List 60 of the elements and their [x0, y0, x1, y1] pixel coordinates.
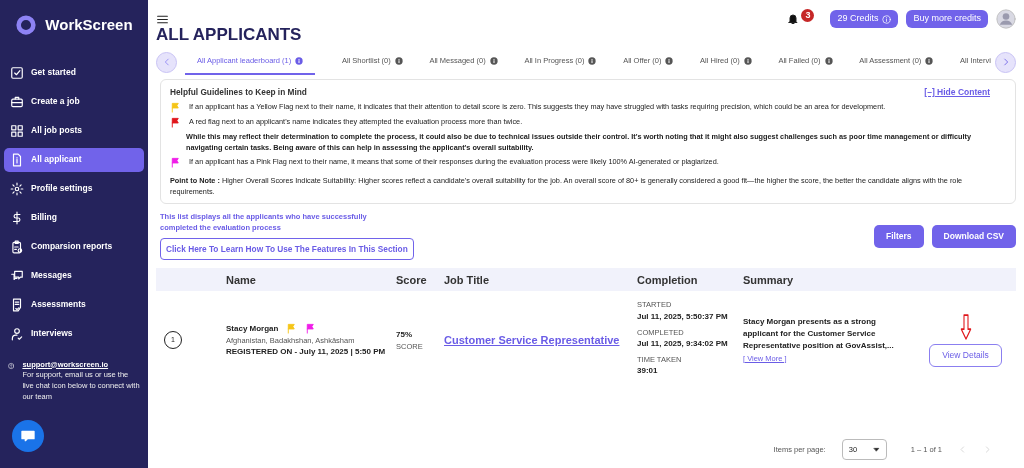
notification-badge: 3 — [801, 9, 815, 22]
checklist-icon — [10, 297, 24, 312]
hide-content-link[interactable]: [–] Hide Content — [924, 85, 990, 98]
column-header: Job Title — [444, 272, 491, 288]
dollar-icon — [10, 210, 24, 225]
guidelines-title: Helpful Guidelines to Keep in Mind — [170, 85, 307, 98]
buy-credits-button[interactable]: Buy more credits — [906, 10, 988, 28]
info-icon — [925, 57, 934, 65]
sidebar-item[interactable]: Billing — [4, 205, 144, 230]
sidebar-item[interactable]: Get started — [4, 60, 144, 85]
grid-icon — [10, 123, 24, 138]
summary-text: Stacy Morgan presents as a strong applicant for the Customer Service Representative position at GovAssist,... — [743, 315, 895, 352]
info-icon — [489, 57, 498, 65]
info-icon — [882, 14, 892, 24]
completion-value: Jul 11, 2025, 9:34:02 PM — [637, 337, 729, 350]
info-icon — [394, 57, 403, 65]
job-title-link[interactable]: Customer Service Representative — [444, 334, 620, 347]
registered-text: REGISTERED ON - July 11, 2025 | 5:50 PM — [226, 345, 387, 358]
sidebar-item[interactable]: Interviews — [4, 321, 144, 346]
column-header: Summary — [743, 272, 795, 288]
sidebar-item[interactable]: Comparsion reports — [4, 234, 144, 259]
action-button[interactable]: Download CSV — [931, 225, 1016, 248]
next-tab-button[interactable] — [995, 51, 1016, 73]
caret-down-icon — [872, 446, 880, 453]
person-icon — [10, 326, 24, 341]
info-icon — [295, 57, 304, 65]
logo-icon — [15, 14, 38, 37]
chat-icon — [10, 268, 24, 283]
sidebar-item[interactable]: Messages — [4, 263, 144, 288]
score-value: 75% — [396, 328, 413, 341]
bell-icon[interactable] — [787, 13, 800, 25]
chat-button[interactable] — [12, 420, 44, 452]
info-icon — [743, 57, 752, 65]
info-icon — [588, 57, 597, 65]
sidebar-item[interactable]: Assessments — [4, 292, 144, 317]
check-square-icon — [10, 65, 24, 80]
clipboard-icon — [10, 239, 24, 254]
action-button[interactable]: Filters — [874, 225, 924, 248]
credits-button[interactable]: 29 Credits — [830, 10, 899, 28]
view-details-button[interactable]: View Details — [929, 343, 1002, 367]
applicant-name: Stacy Morgan — [226, 322, 279, 335]
chat-icon — [20, 428, 36, 444]
column-header: Score — [396, 272, 428, 288]
completion-value: 39:01 — [637, 365, 659, 378]
logo-text: WorkScreen — [45, 15, 133, 35]
document-icon — [10, 152, 24, 167]
info-icon — [824, 57, 833, 65]
sidebar-item[interactable]: All job posts — [4, 118, 144, 143]
page-title: ALL APPLICANTS — [156, 25, 303, 46]
previous-tab-button[interactable] — [156, 51, 177, 73]
info-icon — [665, 57, 674, 65]
column-header: Name — [226, 272, 257, 288]
sidebar-item[interactable]: All applicant — [4, 147, 144, 172]
completion-value: Jul 11, 2025, 5:50:37 PM — [637, 310, 729, 323]
sidebar-item[interactable]: Profile settings — [4, 176, 144, 201]
avatar-icon[interactable] — [996, 9, 1016, 29]
learn-features-button[interactable]: Click Here To Learn How To Use The Features In This Section — [160, 238, 414, 261]
sidebar-item[interactable]: Create a job — [4, 89, 144, 114]
briefcase-icon — [10, 94, 24, 109]
column-header: Completion — [637, 272, 699, 288]
